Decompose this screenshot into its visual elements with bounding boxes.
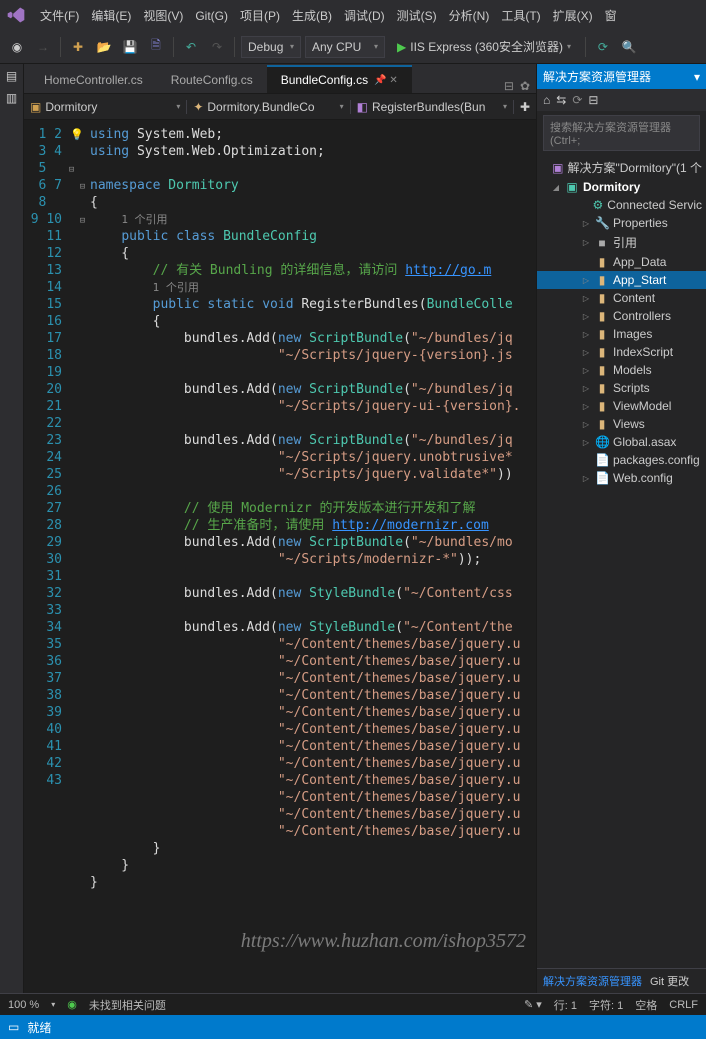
redo-button[interactable]: ↷ [206,36,228,58]
save-all-button[interactable]: 🗎 [145,36,167,58]
tab-settings-icon[interactable]: ✿ [520,79,530,93]
menu-item[interactable]: 工具(T) [495,5,546,27]
eol-indicator[interactable]: CRLF [669,999,698,1011]
nav-back-button[interactable]: ◉ [6,36,28,58]
toolbox-icon[interactable]: ▥ [4,90,20,106]
tree-node[interactable]: ▷▮ViewModel [537,397,706,415]
run-button[interactable]: ▶IIS Express (360安全浏览器)▾ [389,36,579,58]
preview-tab-icon[interactable]: ⊟ [504,79,514,93]
tree-node[interactable]: 📄packages.config [537,451,706,469]
line-indicator: 行: 1 [554,997,577,1013]
document-tab[interactable]: HomeController.cs [30,65,157,93]
tree-node[interactable]: ▷■引用 [537,232,706,253]
tree-node[interactable]: ▷▮Scripts [537,379,706,397]
menu-item[interactable]: 文件(F) [34,5,85,27]
config-select[interactable]: Debug▾ [241,36,301,58]
tree-node[interactable]: ▮App_Data [537,253,706,271]
sync-icon[interactable]: ⇆ [556,93,566,107]
new-button[interactable]: ✚ [67,36,89,58]
save-button[interactable]: 💾 [119,36,141,58]
tree-project-node[interactable]: ◢▣Dormitory [537,178,706,196]
tree-node[interactable]: ▷▮Models [537,361,706,379]
solution-toolbar: ⌂ ⇆ ⟳ ⊟ [537,89,706,111]
left-tool-rail: ▤ ▥ [0,64,24,993]
tree-node[interactable]: ▷▮Content [537,289,706,307]
code-nav-bar: ▣Dormitory▾ ✦Dormitory.BundleCo▾ ◧Regist… [24,94,536,120]
tree-node[interactable]: ▷🌐Global.asax [537,433,706,451]
document-tabs: HomeController.csRouteConfig.csBundleCon… [24,64,536,94]
menu-item[interactable]: 视图(V) [137,5,189,27]
zoom-level[interactable]: 100 % [8,999,39,1011]
menu-item[interactable]: 编辑(E) [85,5,137,27]
tree-node[interactable]: ▷▮Images [537,325,706,343]
status-rect-icon: ▭ [8,1020,19,1034]
menu-item[interactable]: 生成(B) [286,5,338,27]
server-explorer-icon[interactable]: ▤ [4,68,20,84]
panel-menu-icon[interactable]: ▾ [694,70,700,84]
nav-project-select[interactable]: ▣Dormitory▾ [24,100,187,114]
tree-node[interactable]: ▷📄Web.config [537,469,706,487]
solution-tree[interactable]: ▣解决方案"Dormitory"(1 个◢▣Dormitory⚙Connecte… [537,155,706,968]
tree-node[interactable]: ▷▮App_Start [537,271,706,289]
code-editor[interactable]: 1 2 3 4 5 6 7 8 9 10 11 12 13 14 15 16 1… [24,120,536,993]
menu-item[interactable]: 项目(P) [234,5,286,27]
menu-item[interactable]: 窗 [599,5,623,27]
sidebar-bottom-tabs[interactable]: 解决方案资源管理器Git 更改 [537,968,706,993]
app-status-text: 就绪 [27,1019,51,1036]
document-tab[interactable]: RouteConfig.cs [157,65,267,93]
platform-select[interactable]: Any CPU▾ [305,36,385,58]
tree-node[interactable]: ▷🔧Properties [537,214,706,232]
menu-item[interactable]: 测试(S) [391,5,443,27]
app-status-bar: ▭ 就绪 [0,1015,706,1039]
main-menu-bar: 文件(F)编辑(E)视图(V)Git(G)项目(P)生成(B)调试(D)测试(S… [0,0,706,30]
document-tab[interactable]: BundleConfig.cs 📌 ✕ [267,65,412,93]
tab-close-icon[interactable]: 📌 ✕ [374,75,398,86]
tree-solution-node[interactable]: ▣解决方案"Dormitory"(1 个 [537,157,706,178]
editor-status-bar: 100 %▾ ◉未找到相关问题 ✎ ▾ 行: 1 字符: 1 空格 CRLF [0,993,706,1015]
nav-fwd-button[interactable]: → [32,36,54,58]
tree-node[interactable]: ▷▮Controllers [537,307,706,325]
spaces-indicator[interactable]: 空格 [635,997,657,1013]
vs-logo-icon [6,5,26,25]
home-icon[interactable]: ⌂ [543,93,550,107]
refresh-button[interactable]: ⟳ [592,36,614,58]
menu-item[interactable]: 分析(N) [443,5,496,27]
open-button[interactable]: 📂 [93,36,115,58]
browse-button[interactable]: 🔍 [618,36,640,58]
main-toolbar: ◉ → ✚ 📂 💾 🗎 ↶ ↷ Debug▾ Any CPU▾ ▶IIS Exp… [0,30,706,64]
editor-area: HomeController.csRouteConfig.csBundleCon… [24,64,536,993]
tree-node[interactable]: ▷▮IndexScript [537,343,706,361]
solution-search-input[interactable]: 搜索解决方案资源管理器(Ctrl+; [543,115,700,151]
tree-node[interactable]: ⚙Connected Servic [537,196,706,214]
nav-method-select[interactable]: ◧RegisterBundles(Bun▾ [351,100,514,114]
menu-item[interactable]: 扩展(X) [547,5,599,27]
split-editor-icon[interactable]: ✚ [514,100,536,114]
collapse-icon[interactable]: ⊟ [588,93,598,107]
nav-class-select[interactable]: ✦Dormitory.BundleCo▾ [187,100,350,114]
issues-status[interactable]: 未找到相关问题 [89,997,166,1013]
tree-node[interactable]: ▷▮Views [537,415,706,433]
solution-explorer: 解决方案资源管理器 ▾ ⌂ ⇆ ⟳ ⊟ 搜索解决方案资源管理器(Ctrl+; ▣… [536,64,706,993]
solution-panel-title: 解决方案资源管理器 ▾ [537,64,706,89]
refresh-tree-icon[interactable]: ⟳ [572,93,582,107]
menu-item[interactable]: Git(G) [189,5,234,27]
undo-button[interactable]: ↶ [180,36,202,58]
col-indicator: 字符: 1 [589,997,623,1013]
brush-icon[interactable]: ✎ ▾ [524,998,542,1011]
menu-item[interactable]: 调试(D) [338,5,391,27]
